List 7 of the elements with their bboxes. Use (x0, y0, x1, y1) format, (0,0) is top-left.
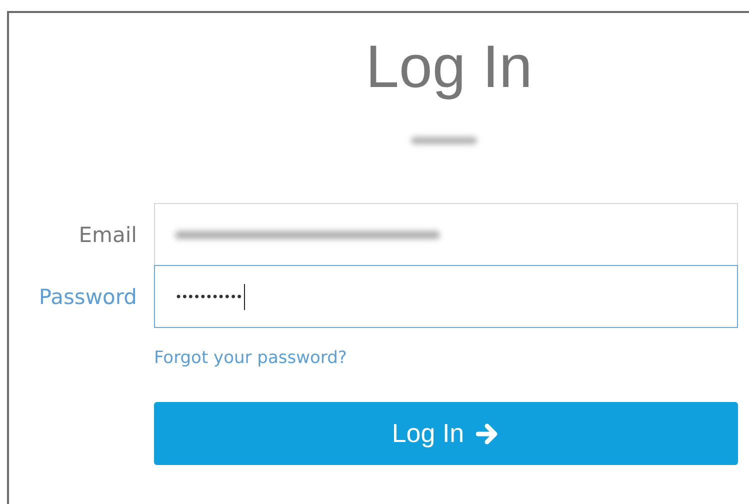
page-title: Log In (366, 32, 532, 102)
email-field[interactable] (154, 203, 738, 266)
forgot-password-link[interactable]: Forgot your password? (154, 348, 347, 368)
password-field[interactable]: ••••••••••• (154, 265, 738, 328)
field-label: Password (38, 285, 137, 309)
field-label: Email (78, 222, 137, 246)
login-button[interactable]: Log In (154, 402, 738, 465)
